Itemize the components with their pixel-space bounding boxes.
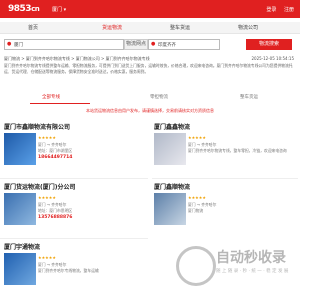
destination-input[interactable]: ● 印度齐齐	[148, 39, 220, 50]
watermark-text: 自动秒收录	[216, 250, 286, 266]
company-name[interactable]: 厦门市鑫顺物流有限公司	[4, 122, 70, 131]
watermark-subtext: 随 上 随 录 · 秒 · 统 一 · 稳 定 发 展	[216, 269, 289, 274]
company-card[interactable]: 厦门市鑫顺物流有限公司 ★★★★★ 厦门 → 齐齐哈尔 地址：厦门市湖里区 18…	[0, 122, 150, 180]
origin-value: 厦门	[14, 43, 23, 48]
top-bar: 9853cn 厦门 ▾ 登录 注册	[0, 0, 300, 18]
divider	[0, 238, 148, 239]
address-text: 地址：厦门市湖里区	[38, 148, 73, 153]
logo-suffix: cn	[31, 5, 40, 13]
breadcrumb: 厦门物流 > 厦门到齐齐哈尔物流专线 > 厦门物流公司 > 厦门到齐齐哈尔物流专…	[4, 56, 150, 61]
origin-network-button[interactable]: 物流网点	[124, 39, 148, 50]
city-selector[interactable]: 厦门 ▾	[52, 6, 66, 13]
risk-notice: 本站货运物流信息由用户发布，请谨慎选择，交易前请核实对方资质信息	[86, 108, 214, 113]
company-card[interactable]: 厦门鑫鑫物流 ★★★★★ 厦门 → 齐齐哈尔 厦门到齐齐哈尔物流专线，整车零担，…	[150, 122, 300, 180]
login-link[interactable]: 登录	[266, 7, 276, 13]
company-thumbnail	[4, 193, 36, 225]
rating-stars: ★★★★★	[188, 195, 206, 200]
active-tab-indicator	[30, 103, 90, 104]
company-thumbnail	[154, 133, 186, 165]
rating-stars: ★★★★★	[38, 255, 56, 260]
company-card[interactable]: 厦门鑫顺物流 ★★★★★ 厦门 → 齐齐哈尔 厦门物流	[150, 182, 300, 240]
site-logo[interactable]: 9853cn	[8, 4, 40, 14]
company-name[interactable]: 厦门鑫顺物流	[154, 182, 190, 191]
company-card[interactable]: 厦门宇通物流 ★★★★★ 厦门 → 齐齐哈尔 厦门到齐齐哈尔专线物流，整车运输	[0, 242, 150, 300]
route-tabs: 全部专线 零担物流 整车货运	[0, 93, 300, 103]
watermark-logo-icon	[176, 246, 216, 286]
description-text: 厦门物流	[188, 208, 204, 213]
destination-value: 印度齐齐	[158, 43, 176, 48]
nav-item-companies[interactable]: 物流公司	[238, 24, 258, 31]
divider	[152, 178, 298, 179]
company-thumbnail	[4, 253, 36, 285]
company-card[interactable]: 厦门货运物流(厦门)分公司 ★★★★★ 厦门 → 齐齐哈尔 地址：厦门市思明区 …	[0, 182, 150, 240]
description-text: 厦门到齐齐哈尔物流专线，整车零担，冷链，欢迎来电咨询	[188, 148, 287, 153]
location-pin-icon: ●	[7, 41, 12, 47]
rating-stars: ★★★★★	[38, 135, 56, 140]
main-nav: 首页 货运物流 整车货运 物流公司	[0, 22, 300, 34]
date-stamp: 2025-12-05 10:54:15	[251, 56, 294, 61]
company-name[interactable]: 厦门货运物流(厦门)分公司	[4, 182, 76, 191]
nav-item-truckload[interactable]: 整车货运	[170, 24, 190, 31]
tab-ltl[interactable]: 零担物流	[150, 94, 168, 100]
rating-stars: ★★★★★	[188, 135, 206, 140]
divider	[0, 178, 148, 179]
location-pin-icon: ●	[151, 41, 156, 47]
search-button[interactable]: 物流搜索	[246, 39, 292, 50]
tab-ftl[interactable]: 整车货运	[240, 94, 258, 100]
tab-all-routes[interactable]: 全部专线	[42, 94, 60, 100]
register-link[interactable]: 注册	[284, 7, 294, 13]
address-text: 地址：厦门市思明区	[38, 208, 73, 213]
nav-item-freight[interactable]: 货运物流	[102, 24, 122, 31]
rating-stars: ★★★★★	[38, 195, 56, 200]
page-description: 厦门到齐齐哈尔物流专线提供整车运输、零担物流服务，可提供门到门送货上门服务，运输…	[4, 63, 293, 74]
phone-number[interactable]: 13576888876	[38, 215, 72, 220]
company-name[interactable]: 厦门鑫鑫物流	[154, 122, 190, 131]
logo-text: 9853	[8, 4, 32, 14]
phone-number[interactable]: 18664497714	[38, 155, 72, 160]
nav-item-home[interactable]: 首页	[28, 24, 38, 31]
company-thumbnail	[4, 133, 36, 165]
watermark-overlay: 自动秒收录 随 上 随 录 · 秒 · 统 一 · 稳 定 发 展	[176, 244, 296, 294]
description-text: 厦门到齐齐哈尔专线物流，整车运输	[38, 268, 99, 273]
company-thumbnail	[154, 193, 186, 225]
account-links: 登录 注册	[260, 6, 294, 13]
company-name[interactable]: 厦门宇通物流	[4, 242, 40, 251]
origin-input[interactable]: ● 厦门	[4, 39, 124, 50]
